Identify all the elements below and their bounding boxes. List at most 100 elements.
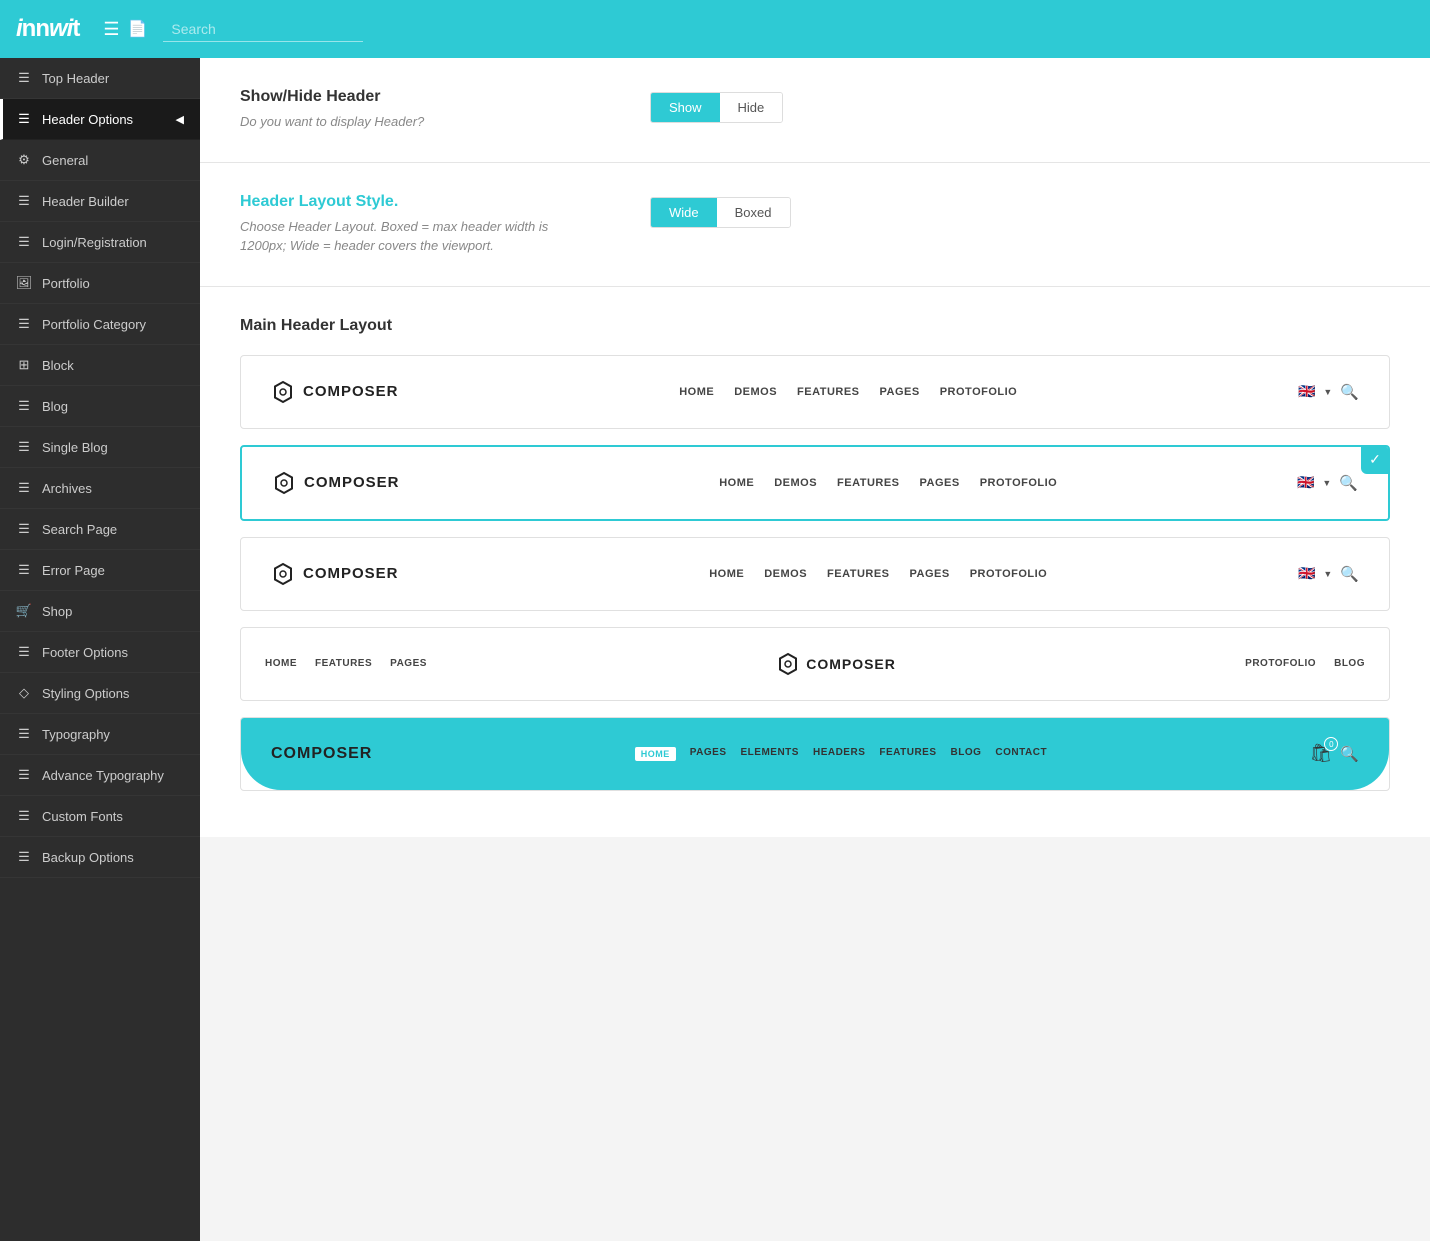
nav-pages-4: PAGES [390, 658, 427, 669]
flag-icon-2: 🇬🇧 [1297, 474, 1314, 491]
wide-button[interactable]: Wide [651, 198, 717, 227]
sidebar-label-block: Block [42, 358, 74, 373]
sidebar-icon-shop: 🛒 [16, 603, 32, 619]
sidebar-icon-footer-options: ☰ [16, 644, 32, 660]
sidebar-icon-blog: ☰ [16, 398, 32, 414]
menu-icon[interactable]: ☰ [103, 19, 119, 40]
header-layout-style-section: Header Layout Style. Choose Header Layou… [200, 163, 1430, 287]
nav-features-4: FEATURES [315, 658, 372, 669]
sidebar-item-styling-options[interactable]: ◇ Styling Options [0, 673, 200, 714]
sidebar-item-top-header[interactable]: ☰ Top Header [0, 58, 200, 99]
layout-option-1[interactable]: COMPOSER HOME DEMOS FEATURES PAGES PROTO… [240, 355, 1390, 429]
main-layout: ☰ Top Header ☰ Header Options ◀ ⚙ Genera… [0, 58, 1430, 1241]
nav-home-4: HOME [265, 658, 297, 669]
show-hide-header-row: Show/Hide Header Do you want to display … [240, 88, 1390, 132]
sidebar-item-login-registration[interactable]: ☰ Login/Registration [0, 222, 200, 263]
layout-3-preview: COMPOSER HOME DEMOS FEATURES PAGES PROTO… [241, 538, 1389, 610]
brand-logo: innwit [16, 15, 79, 43]
hex-icon-3 [271, 562, 295, 586]
layout-3-logo: COMPOSER [271, 562, 399, 586]
sidebar-item-block[interactable]: ⊞ Block [0, 345, 200, 386]
layout-5-nav: HOME PAGES ELEMENTS HEADERS FEATURES BLO… [635, 747, 1047, 761]
sidebar-item-custom-fonts[interactable]: ☰ Custom Fonts [0, 796, 200, 837]
hex-icon-4 [776, 652, 800, 676]
layout-1-nav: HOME DEMOS FEATURES PAGES PROTOFOLIO [679, 386, 1017, 398]
nav-blog-5: BLOG [951, 747, 982, 761]
show-hide-header-desc: Do you want to display Header? [240, 112, 560, 132]
header-layout-style-text: Header Layout Style. Choose Header Layou… [240, 193, 610, 256]
sidebar-item-advance-typography[interactable]: ☰ Advance Typography [0, 755, 200, 796]
sidebar-item-error-page[interactable]: ☰ Error Page [0, 550, 200, 591]
hide-button[interactable]: Hide [720, 93, 783, 122]
layout-5-icons: 🛍 0 🔍 [1309, 743, 1359, 764]
search-input[interactable] [163, 17, 363, 42]
sidebar-icon-portfolio-category: ☰ [16, 316, 32, 332]
sidebar-label-footer-options: Footer Options [42, 645, 128, 660]
nav-pages-5: PAGES [690, 747, 727, 761]
sidebar-item-search-page[interactable]: ☰ Search Page [0, 509, 200, 550]
hex-icon-2 [272, 471, 296, 495]
nav-protofolio-2: PROTOFOLIO [980, 477, 1058, 489]
sidebar-item-blog[interactable]: ☰ Blog [0, 386, 200, 427]
nav-blog-4: BLOG [1334, 658, 1365, 669]
nav-features-3: FEATURES [827, 568, 889, 580]
layout-option-4[interactable]: HOME FEATURES PAGES COMPOSER PROTOFOLIO [240, 627, 1390, 701]
sidebar-icon-block: ⊞ [16, 357, 32, 373]
show-button[interactable]: Show [651, 93, 720, 122]
sidebar-icon-login-registration: ☰ [16, 234, 32, 250]
sidebar-icon-advance-typography: ☰ [16, 767, 32, 783]
flag-icon-3: 🇬🇧 [1298, 565, 1315, 582]
sidebar-label-shop: Shop [42, 604, 72, 619]
sidebar-icon-general: ⚙ [16, 152, 32, 168]
layout-1-logo: COMPOSER [271, 380, 399, 404]
nav-protofolio-4: PROTOFOLIO [1245, 658, 1316, 669]
show-hide-header-section: Show/Hide Header Do you want to display … [200, 58, 1430, 163]
layout-2-icons: 🇬🇧 ▼ 🔍 [1297, 474, 1358, 492]
sidebar-item-general[interactable]: ⚙ General [0, 140, 200, 181]
sidebar-label-backup-options: Backup Options [42, 850, 134, 865]
sidebar-item-header-options[interactable]: ☰ Header Options ◀ [0, 99, 200, 140]
sidebar-item-archives[interactable]: ☰ Archives [0, 468, 200, 509]
sidebar-label-custom-fonts: Custom Fonts [42, 809, 123, 824]
nav-protofolio-1: PROTOFOLIO [940, 386, 1018, 398]
sidebar-item-shop[interactable]: 🛒 Shop [0, 591, 200, 632]
sidebar-label-styling-options: Styling Options [42, 686, 129, 701]
layout-option-3[interactable]: COMPOSER HOME DEMOS FEATURES PAGES PROTO… [240, 537, 1390, 611]
sidebar-icon-styling-options: ◇ [16, 685, 32, 701]
top-bar-icons: ☰ 📄 [103, 19, 147, 40]
nav-headers-5: HEADERS [813, 747, 865, 761]
sidebar-icon-header-builder: ☰ [16, 193, 32, 209]
layout-option-2[interactable]: ✓ COMPOSER HOME DEMOS FEATURES PAGES [240, 445, 1390, 521]
sidebar-item-backup-options[interactable]: ☰ Backup Options [0, 837, 200, 878]
nav-demos-2: DEMOS [774, 477, 817, 489]
sidebar-item-typography[interactable]: ☰ Typography [0, 714, 200, 755]
sidebar-label-search-page: Search Page [42, 522, 117, 537]
layout-option-5[interactable]: COMPOSER HOME PAGES ELEMENTS HEADERS FEA… [240, 717, 1390, 791]
layout-4-right-nav: PROTOFOLIO BLOG [1245, 658, 1365, 669]
nav-contact-5: CONTACT [995, 747, 1047, 761]
sidebar-item-footer-options[interactable]: ☰ Footer Options [0, 632, 200, 673]
sidebar-label-header-builder: Header Builder [42, 194, 129, 209]
layout-1-preview: COMPOSER HOME DEMOS FEATURES PAGES PROTO… [241, 356, 1389, 428]
boxed-button[interactable]: Boxed [717, 198, 790, 227]
sidebar-label-error-page: Error Page [42, 563, 105, 578]
sidebar-item-portfolio-category[interactable]: ☰ Portfolio Category [0, 304, 200, 345]
show-hide-header-text: Show/Hide Header Do you want to display … [240, 88, 610, 132]
sidebar-item-header-builder[interactable]: ☰ Header Builder [0, 181, 200, 222]
sidebar-icon-archives: ☰ [16, 480, 32, 496]
main-content: Show/Hide Header Do you want to display … [200, 58, 1430, 1241]
nav-home-3: HOME [709, 568, 744, 580]
top-bar-search [163, 17, 363, 42]
layout-2-preview: COMPOSER HOME DEMOS FEATURES PAGES PROTO… [242, 447, 1388, 519]
sidebar-label-single-blog: Single Blog [42, 440, 108, 455]
sidebar-item-portfolio[interactable]: 🖼 Portfolio [0, 263, 200, 304]
nav-pages-1: PAGES [880, 386, 920, 398]
sidebar: ☰ Top Header ☰ Header Options ◀ ⚙ Genera… [0, 58, 200, 1241]
layout-2-logo: COMPOSER [272, 471, 400, 495]
main-header-layout-section: Main Header Layout COMPOSER HOME DEMOS [200, 287, 1430, 837]
layout-4-left-nav: HOME FEATURES PAGES [265, 658, 427, 669]
layout-5-logo: COMPOSER [271, 745, 372, 763]
search-icon-3: 🔍 [1340, 565, 1359, 583]
sidebar-item-single-blog[interactable]: ☰ Single Blog [0, 427, 200, 468]
document-icon[interactable]: 📄 [127, 19, 147, 39]
